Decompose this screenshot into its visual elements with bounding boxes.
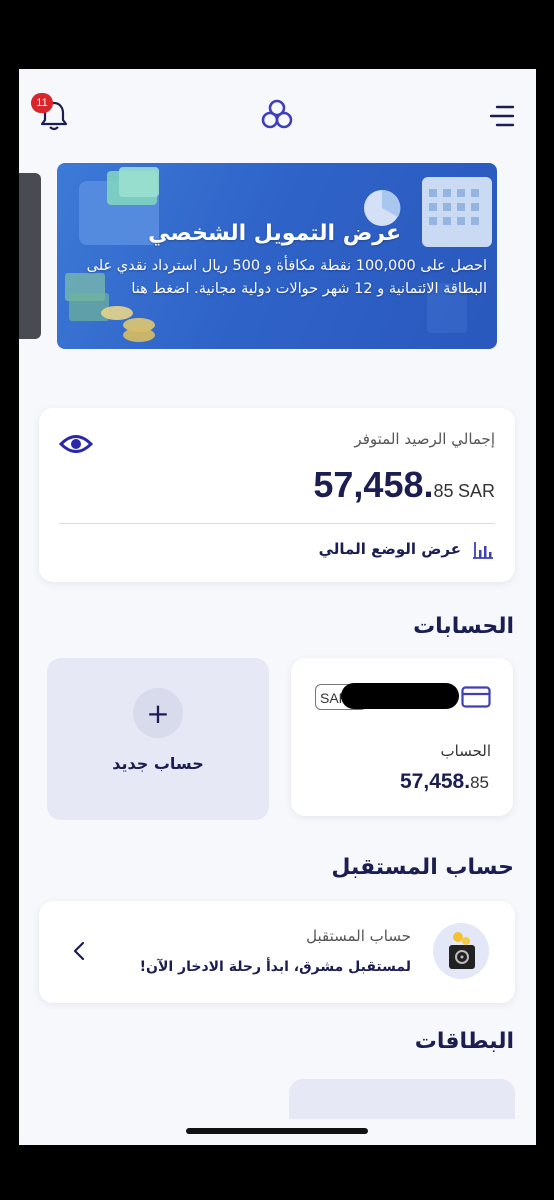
- balance-amount-decimals: 85: [433, 481, 454, 501]
- savings-safe-icon: [433, 923, 489, 979]
- menu-icon[interactable]: [487, 103, 515, 129]
- accounts-section-title: الحسابات: [413, 614, 514, 639]
- eye-icon[interactable]: [59, 432, 93, 456]
- account-amount-main: 57,458.: [400, 770, 471, 793]
- future-account-card[interactable]: حساب المستقبل لمستقبل مشرق، ابدأ رحلة ال…: [39, 901, 515, 1003]
- account-label: الحساب: [440, 742, 492, 760]
- balance-label: إجمالي الرصيد المتوفر: [354, 430, 495, 448]
- credit-card-icon: [461, 686, 491, 708]
- new-account-button[interactable]: + حساب جديد: [47, 658, 269, 820]
- balance-card: إجمالي الرصيد المتوفر 57,458.85 SAR عرض …: [39, 408, 515, 582]
- redacted-account-number: [341, 683, 459, 709]
- future-account-subtitle: لمستقبل مشرق، ابدأ رحلة الادخار الآن!: [139, 959, 411, 975]
- banner-text: احصل على 100,000 نقطة مكافأة و 500 ريال …: [86, 258, 487, 297]
- balance-divider: [59, 523, 495, 524]
- side-banner-peek[interactable]: [19, 173, 41, 339]
- bar-chart-icon: [473, 542, 493, 559]
- financial-status-label: عرض الوضع المالي: [318, 540, 461, 558]
- bank-logo-icon: [261, 99, 293, 129]
- new-account-label: حساب جديد: [112, 754, 204, 773]
- balance-currency: SAR: [457, 481, 495, 501]
- account-amount-decimals: 85: [470, 773, 489, 792]
- card-preview[interactable]: [289, 1079, 515, 1119]
- chevron-left-icon[interactable]: [71, 939, 87, 963]
- financial-status-link[interactable]: عرض الوضع المالي: [319, 538, 495, 560]
- balance-amount-main: 57,458.: [313, 464, 434, 505]
- promo-banner[interactable]: عرض التمويل الشخصي احصل على 100,000 نقطة…: [57, 163, 497, 349]
- plus-icon: +: [133, 688, 183, 738]
- future-account-title: حساب المستقبل: [306, 927, 411, 945]
- notification-badge: 11: [31, 93, 53, 113]
- account-card[interactable]: SAR الحساب 57,458.85: [291, 658, 513, 816]
- future-section-title: حساب المستقبل: [331, 855, 514, 880]
- home-indicator[interactable]: [186, 1128, 368, 1134]
- banner-title: عرض التمويل الشخصي: [148, 221, 401, 246]
- balance-amount: 57,458.85 SAR: [313, 464, 495, 506]
- cards-section-title: البطاقات: [414, 1029, 514, 1054]
- account-amount: 57,458.85: [400, 770, 489, 794]
- app-screen: 11 عرض التمويل الشخصي احصل على 100,000 ن…: [19, 69, 536, 1145]
- top-bar: 11: [19, 69, 536, 159]
